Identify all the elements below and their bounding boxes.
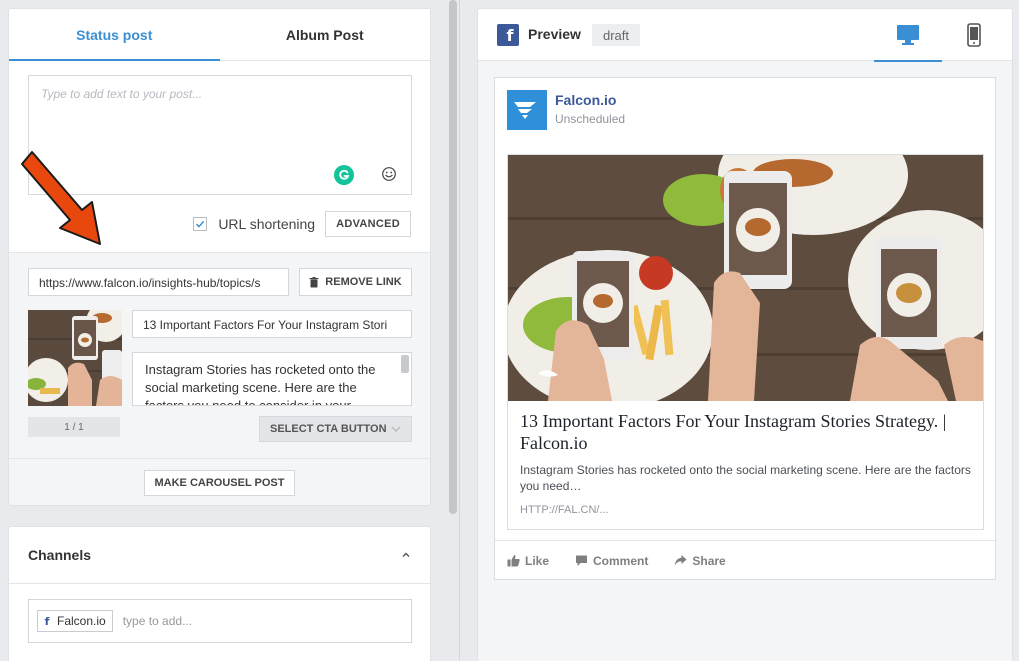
link-description-text: Instagram Stories has rocketed onto the … (145, 362, 376, 406)
tab-status-post[interactable]: Status post (9, 9, 220, 61)
facebook-post-preview: Falcon.io Unscheduled 13 Important Facto… (494, 77, 997, 580)
make-carousel-post-button[interactable]: MAKE CAROUSEL POST (143, 470, 296, 496)
link-title[interactable]: 13 Important Factors For Your Instagram … (520, 410, 971, 454)
comment-icon (576, 555, 588, 566)
share-label: Share (692, 553, 726, 568)
composer-card: Status post Album Post Type to add text … (8, 8, 431, 506)
chevron-up-icon[interactable] (401, 550, 411, 560)
mobile-icon (967, 23, 981, 47)
select-cta-label: SELECT CTA BUTTON (270, 423, 387, 435)
post-type-tabs: Status post Album Post (9, 9, 430, 61)
link-preview-image (508, 155, 983, 401)
facebook-icon: f (44, 614, 50, 628)
preview-header: f Preview draft (478, 9, 1012, 62)
link-url-input[interactable]: https://www.falcon.io/insights-hub/topic… (28, 268, 289, 296)
avatar[interactable] (507, 90, 547, 130)
annotation-arrow-icon (21, 151, 101, 245)
advanced-button[interactable]: ADVANCED (325, 211, 411, 237)
url-shortening-label: URL shortening (218, 216, 316, 232)
carousel-row: MAKE CAROUSEL POST (9, 459, 430, 505)
post-actions: Like Comment Share (495, 540, 997, 580)
like-label: Like (525, 553, 550, 568)
link-card[interactable]: 13 Important Factors For Your Instagram … (507, 154, 984, 530)
tab-album-post[interactable]: Album Post (220, 9, 431, 60)
share-button[interactable]: Share (674, 553, 726, 568)
link-description: Instagram Stories has rocketed onto the … (520, 463, 971, 493)
facebook-icon: f (497, 24, 519, 46)
post-header: Falcon.io Unscheduled (495, 78, 995, 154)
grammarly-icon[interactable] (334, 165, 354, 185)
preview-panel: f Preview draft Falcon.io Unscheduled 13… (477, 8, 1013, 661)
link-thumbnail-image[interactable] (28, 310, 122, 406)
comment-button[interactable]: Comment (575, 554, 648, 568)
mobile-preview-button[interactable] (940, 9, 1008, 61)
falcon-logo-icon (514, 102, 536, 119)
emoji-icon[interactable] (381, 166, 397, 182)
url-shortening-checkbox[interactable] (193, 217, 208, 231)
comment-label: Comment (593, 553, 649, 568)
url-shortening-row: URL shortening ADVANCED (193, 211, 411, 237)
channels-input[interactable]: f Falcon.io type to add... (28, 599, 412, 643)
channels-title: Channels (28, 547, 92, 563)
thumbs-up-icon (507, 555, 520, 567)
schedule-status: Unscheduled (555, 112, 626, 126)
trash-icon (309, 276, 319, 287)
channels-card: Channels f Falcon.io type to add... (8, 526, 431, 661)
panel-divider (459, 0, 460, 661)
preview-label: Preview (528, 26, 581, 42)
link-title-input[interactable]: 13 Important Factors For Your Instagram … (132, 310, 412, 338)
desktop-preview-button[interactable] (874, 9, 942, 62)
page-name[interactable]: Falcon.io (555, 92, 616, 108)
channel-tag-label: Falcon.io (57, 614, 106, 628)
desktop-icon (897, 25, 919, 45)
panel-scrollbar[interactable] (449, 0, 457, 514)
description-scrollbar[interactable] (401, 355, 409, 373)
like-button[interactable]: Like (507, 554, 549, 568)
link-preview-section: https://www.falcon.io/insights-hub/topic… (9, 253, 430, 459)
post-text-placeholder: Type to add text to your post... (41, 87, 203, 101)
remove-link-button[interactable]: REMOVE LINK (299, 268, 412, 296)
link-description-input[interactable]: Instagram Stories has rocketed onto the … (132, 352, 412, 406)
channels-header[interactable]: Channels (9, 527, 430, 584)
select-cta-button[interactable]: SELECT CTA BUTTON (259, 416, 412, 442)
share-icon (675, 555, 687, 566)
link-domain: HTTP://FAL.CN/... (520, 504, 609, 516)
channels-placeholder: type to add... (122, 614, 193, 628)
check-icon (196, 220, 205, 228)
channel-tag-falcon[interactable]: f Falcon.io (37, 610, 113, 632)
remove-link-label: REMOVE LINK (325, 276, 402, 288)
chevron-down-icon (391, 426, 401, 432)
status-badge: draft (592, 24, 641, 46)
image-pager: 1 / 1 (28, 417, 120, 437)
